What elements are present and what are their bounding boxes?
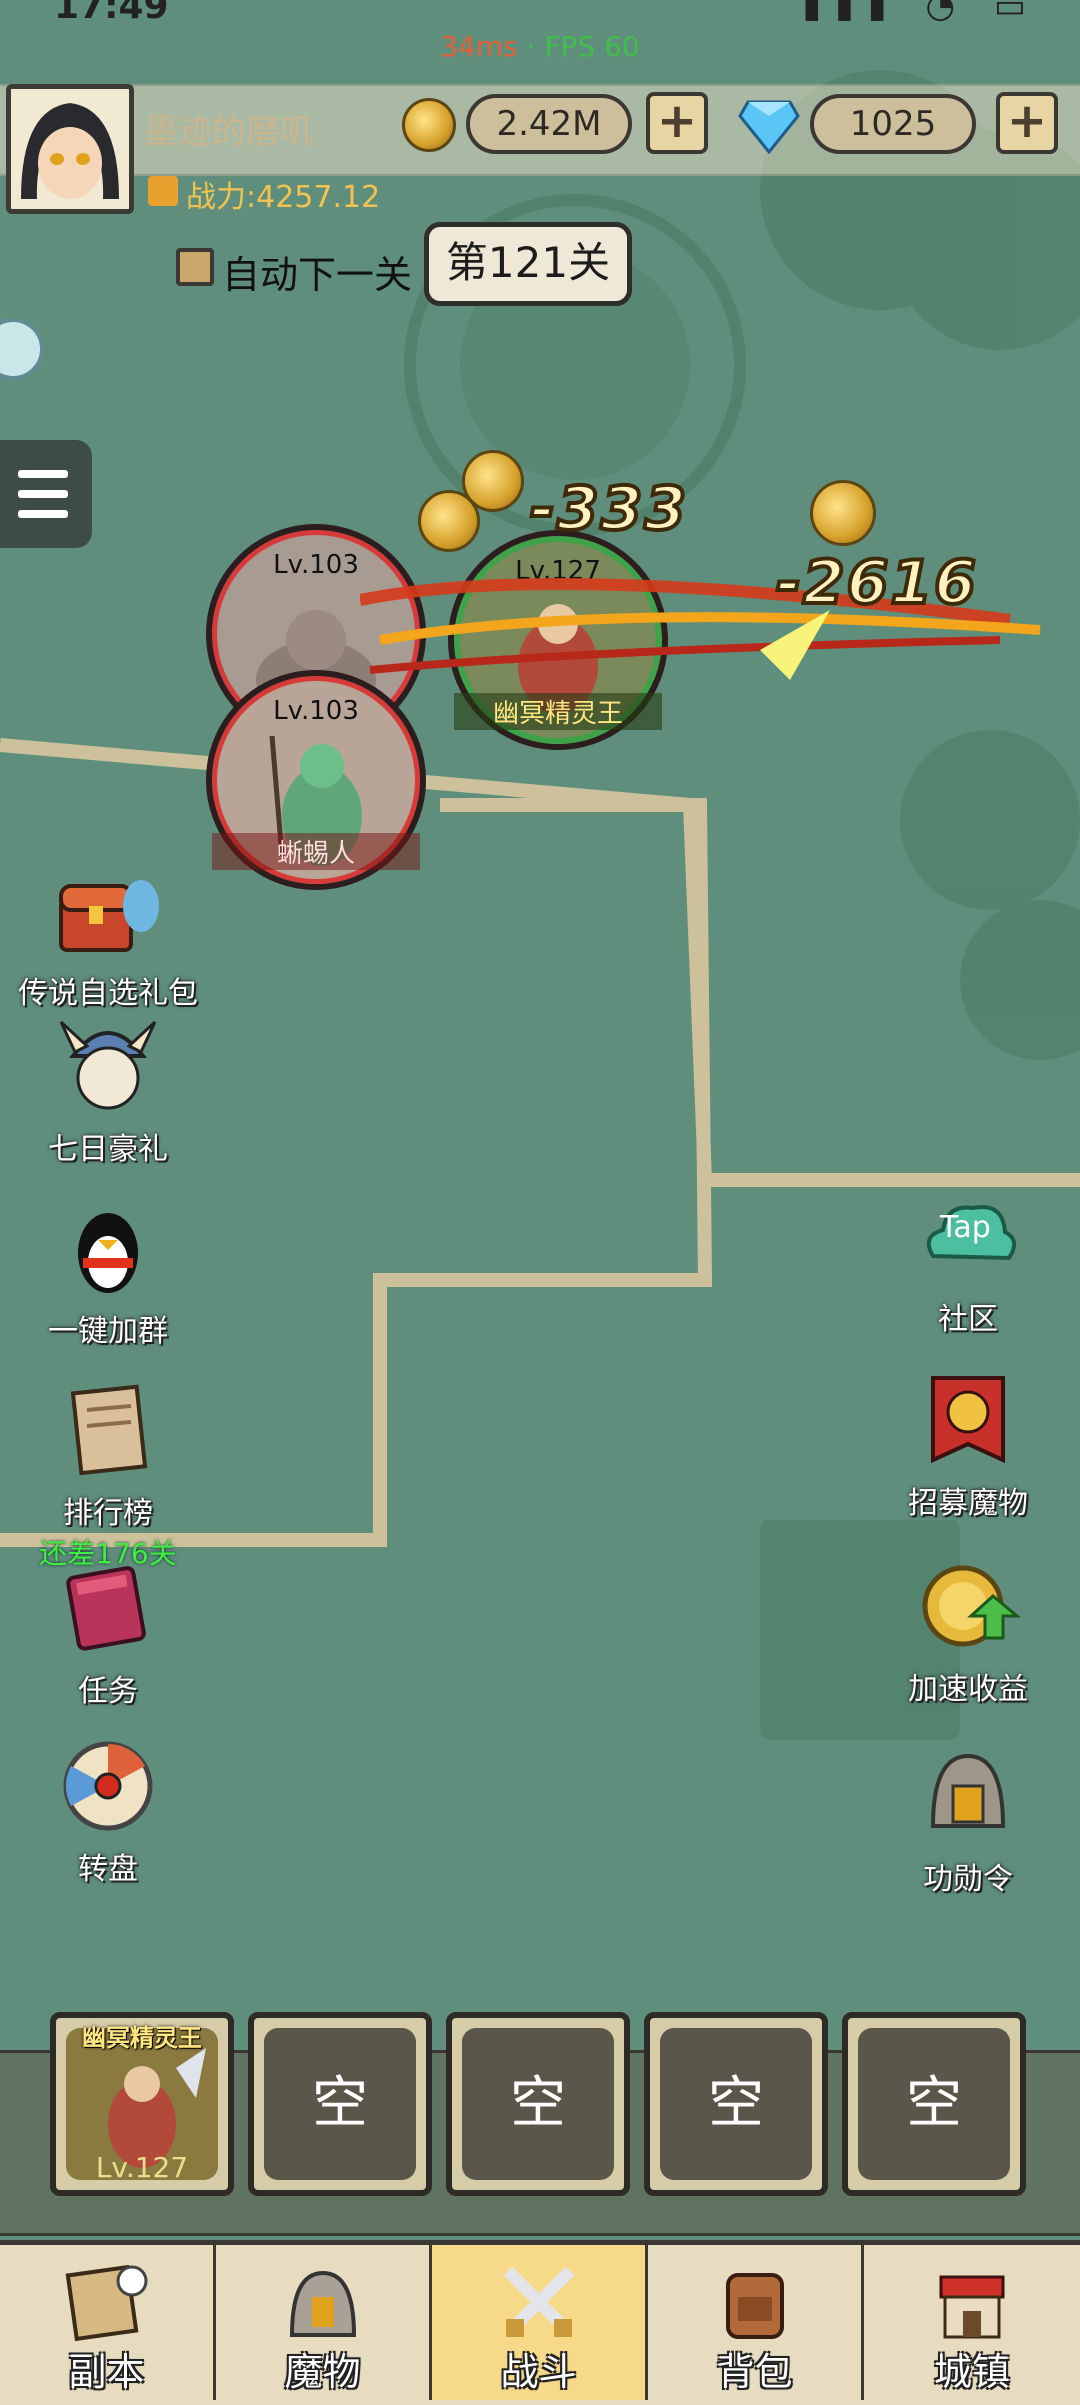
separator: · bbox=[526, 30, 536, 63]
combat-power: 战力:4257.12 bbox=[186, 180, 381, 215]
tab-label: 背包 bbox=[716, 2350, 793, 2394]
tab-battle[interactable]: 战斗 bbox=[432, 2245, 648, 2400]
helmet-icon bbox=[930, 1753, 1006, 1828]
team-slot-empty[interactable]: 空 bbox=[248, 2012, 432, 2196]
add-gold-button[interactable]: + bbox=[646, 92, 708, 154]
legend-pack-button[interactable]: 传说自选礼包 bbox=[8, 860, 208, 1012]
scroll-icon bbox=[70, 1384, 148, 1476]
team-slot-hero[interactable]: 幽冥精灵王 Lv.127 bbox=[50, 2012, 234, 2196]
tab-dungeon[interactable]: 副本 bbox=[0, 2245, 216, 2400]
auto-next-checkbox[interactable] bbox=[176, 248, 214, 286]
auto-next-label[interactable]: 自动下一关 bbox=[222, 244, 412, 299]
side-menu-button[interactable] bbox=[0, 440, 92, 548]
ping-text: 34ms bbox=[440, 30, 518, 63]
feature-label: 转盘 bbox=[78, 1852, 138, 1887]
empty-slot-label: 空 bbox=[462, 2028, 614, 2180]
status-time: 17:49 bbox=[54, 0, 169, 27]
crossed-swords-icon bbox=[503, 2266, 574, 2337]
feature-label: 排行榜 bbox=[63, 1496, 153, 1531]
coin-arrow-icon bbox=[922, 1565, 1022, 1647]
player-avatar[interactable] bbox=[6, 84, 134, 214]
power-icon bbox=[148, 176, 178, 206]
wheel-icon bbox=[63, 1741, 153, 1831]
team-slot-empty[interactable]: 空 bbox=[644, 2012, 828, 2196]
stage-indicator: 第121关 bbox=[424, 222, 632, 306]
team-slot-empty[interactable]: 空 bbox=[842, 2012, 1026, 2196]
treasure-chest-icon bbox=[59, 880, 159, 952]
feature-label: 功勋令 bbox=[923, 1862, 1013, 1897]
feature-label: 一键加群 bbox=[48, 1314, 168, 1349]
community-button[interactable]: 社区 bbox=[868, 1186, 1068, 1338]
enemy-name: 蜥蜴人 bbox=[212, 833, 420, 870]
empty-slot-label: 空 bbox=[858, 2028, 1010, 2180]
book-icon bbox=[66, 1566, 146, 1651]
gold-amount: 2.42M bbox=[466, 94, 632, 154]
slot-hero-name: 幽冥精灵王 bbox=[82, 2024, 202, 2052]
lucky-wheel-button[interactable]: 转盘 bbox=[8, 1736, 208, 1888]
tab-backpack[interactable]: 背包 bbox=[648, 2245, 864, 2400]
feature-label: 七日豪礼 bbox=[48, 1132, 168, 1167]
empty-slot-label: 空 bbox=[264, 2028, 416, 2180]
shop-icon bbox=[939, 2275, 1005, 2339]
gold-coin-icon bbox=[402, 98, 456, 152]
banner-helmet-icon bbox=[931, 1376, 1005, 1464]
tab-label: 魔物 bbox=[284, 2350, 361, 2394]
feature-label: 加速收益 bbox=[908, 1672, 1028, 1707]
coin-drop-icon bbox=[810, 480, 876, 546]
feature-label: 招募魔物 bbox=[908, 1486, 1028, 1521]
add-gem-button[interactable]: + bbox=[996, 92, 1058, 154]
damage-number: -333 bbox=[528, 472, 689, 546]
tap-badge: Tap bbox=[940, 1210, 991, 1245]
diamond-icon bbox=[738, 100, 800, 154]
team-slot-empty[interactable]: 空 bbox=[446, 2012, 630, 2196]
tab-monster[interactable]: 魔物 bbox=[216, 2245, 432, 2400]
network-stats: 34ms · FPS 60 bbox=[0, 30, 1080, 63]
empty-slot-label: 空 bbox=[660, 2028, 812, 2180]
gem-amount: 1025 bbox=[810, 94, 976, 154]
player-name: 墨迹的磨叽 bbox=[144, 112, 314, 152]
tab-label: 战斗 bbox=[500, 2350, 577, 2394]
penguin-icon bbox=[78, 1213, 138, 1293]
damage-number: -2616 bbox=[774, 546, 978, 620]
speed-up-income-button[interactable]: 加速收益 bbox=[868, 1556, 1068, 1708]
backpack-icon bbox=[725, 2273, 784, 2339]
slot-hero-level: Lv.127 bbox=[95, 2151, 189, 2184]
join-group-button[interactable]: 一键加群 bbox=[8, 1198, 208, 1350]
seven-day-gift-button[interactable]: 七日豪礼 bbox=[8, 1016, 208, 1168]
feature-label: 社区 bbox=[938, 1302, 998, 1337]
tasks-button[interactable]: 任务 bbox=[8, 1558, 208, 1710]
feature-label: 传说自选礼包 bbox=[18, 976, 198, 1011]
merit-order-button[interactable]: 功勋令 bbox=[868, 1746, 1068, 1898]
fps-text: FPS 60 bbox=[544, 30, 640, 63]
tab-town[interactable]: 城镇 bbox=[864, 2245, 1080, 2400]
feature-label: 任务 bbox=[78, 1674, 138, 1709]
tab-label: 城镇 bbox=[933, 2350, 1010, 2394]
tab-label: 副本 bbox=[68, 2350, 145, 2394]
coin-drop-icon bbox=[462, 450, 524, 512]
map-icon bbox=[65, 2264, 147, 2342]
status-icons: ▮▮▮ ◔ ▭ bbox=[802, 0, 1040, 26]
recruit-monster-button[interactable]: 招募魔物 bbox=[868, 1370, 1068, 1522]
monster-helmet-icon bbox=[289, 2270, 356, 2337]
leaderboard-button[interactable]: 排行榜 还差176关 bbox=[8, 1380, 208, 1572]
viking-warrior-icon bbox=[59, 1020, 157, 1110]
avatar-portrait-icon bbox=[11, 89, 129, 209]
